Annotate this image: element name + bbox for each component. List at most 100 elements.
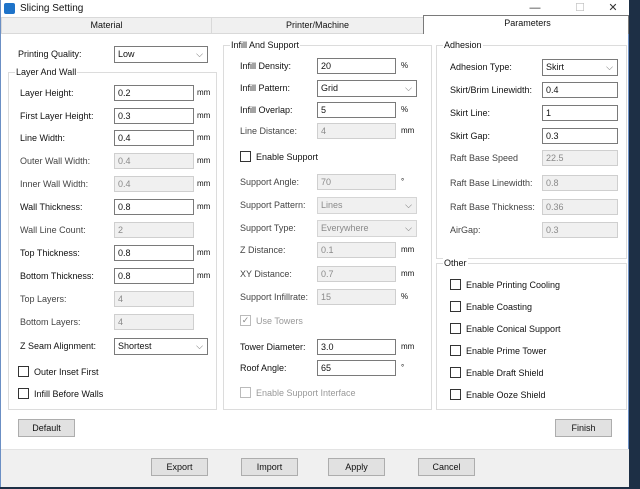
enable-prime-tower-checkbox[interactable]: [450, 345, 461, 356]
support-infillrate-label: Support Infillrate:: [240, 292, 309, 302]
outer-inset-first-checkbox[interactable]: [18, 366, 29, 377]
finish-button[interactable]: Finish: [555, 419, 612, 437]
top-layers-label: Top Layers:: [20, 294, 67, 304]
select-value: Skirt: [546, 62, 564, 72]
skirt-gap-input[interactable]: 0.3: [542, 128, 618, 144]
tower-diameter-input[interactable]: 3.0: [317, 339, 396, 355]
support-angle-input[interactable]: 70: [317, 174, 396, 190]
bottom-thickness-label: Bottom Thickness:: [20, 271, 94, 281]
minimize-button[interactable]: —: [521, 1, 549, 15]
layer-height-input[interactable]: 0.2: [114, 85, 194, 101]
xy-distance-label: XY Distance:: [240, 269, 292, 279]
z-distance-input[interactable]: 0.1: [317, 242, 396, 258]
support-pattern-select[interactable]: Lines ⌵: [317, 197, 417, 214]
select-value: Grid: [321, 83, 339, 93]
skirt-gap-label: Skirt Gap:: [450, 131, 491, 141]
wall-thickness-input[interactable]: 0.8: [114, 199, 194, 215]
first-layer-height-input[interactable]: 0.3: [114, 108, 194, 124]
infill-before-walls-checkbox[interactable]: [18, 388, 29, 399]
use-towers-checkbox[interactable]: ✓: [240, 315, 251, 326]
outer-wall-width-label: Outer Wall Width:: [20, 156, 91, 166]
enable-draft-shield-checkbox[interactable]: [450, 367, 461, 378]
adhesion-type-select[interactable]: Skirt ⌵: [542, 59, 618, 76]
adhesion-type-label: Adhesion Type:: [450, 62, 512, 72]
bottom-layers-label: Bottom Layers:: [20, 317, 81, 327]
support-angle-label: Support Angle:: [240, 177, 300, 187]
close-button[interactable]: ✕: [599, 1, 627, 15]
printing-quality-select[interactable]: Low ⌵: [114, 46, 208, 63]
wall-line-count-input[interactable]: 2: [114, 222, 194, 238]
raft-base-linewidth-input[interactable]: 0.8: [542, 175, 618, 191]
raft-base-thickness-label: Raft Base Thickness:: [450, 202, 535, 212]
import-button[interactable]: Import: [241, 458, 298, 476]
enable-printing-cooling-checkbox[interactable]: [450, 279, 461, 290]
unit-label: %: [401, 292, 409, 301]
roof-angle-input[interactable]: 65: [317, 360, 396, 376]
enable-draft-shield-label: Enable Draft Shield: [466, 368, 544, 378]
unit-label: mm: [401, 342, 415, 351]
layer-height-label: Layer Height:: [20, 88, 74, 98]
infill-pattern-select[interactable]: Grid ⌵: [317, 80, 417, 97]
raft-base-linewidth-label: Raft Base Linewidth:: [450, 178, 533, 188]
tab-parameters[interactable]: Parameters: [423, 15, 629, 34]
apply-button[interactable]: Apply: [328, 458, 385, 476]
wall-line-count-label: Wall Line Count:: [20, 225, 86, 235]
unit-label: °: [401, 363, 405, 372]
top-layers-input[interactable]: 4: [114, 291, 194, 307]
window-title: Slicing Setting: [20, 3, 84, 14]
inner-wall-width-label: Inner Wall Width:: [20, 179, 89, 189]
z-seam-alignment-select[interactable]: Shortest ⌵: [114, 338, 208, 355]
support-type-select[interactable]: Everywhere ⌵: [317, 220, 417, 237]
tab-material[interactable]: Material: [1, 17, 212, 34]
outer-wall-width-input[interactable]: 0.4: [114, 153, 194, 169]
chevron-down-icon: ⌵: [405, 200, 412, 210]
enable-ooze-shield-checkbox[interactable]: [450, 389, 461, 400]
raft-base-thickness-input[interactable]: 0.36: [542, 199, 618, 215]
bottom-layers-input[interactable]: 4: [114, 314, 194, 330]
infill-overlap-input[interactable]: 5: [317, 102, 396, 118]
chevron-down-icon: ⌵: [196, 341, 203, 351]
top-thickness-input[interactable]: 0.8: [114, 245, 194, 261]
raft-base-speed-label: Raft Base Speed: [450, 153, 519, 163]
first-layer-height-label: First Layer Height:: [20, 111, 94, 121]
tab-printer-machine[interactable]: Printer/Machine: [211, 17, 424, 34]
unit-label: mm: [401, 126, 415, 135]
enable-support-interface-checkbox[interactable]: [240, 387, 251, 398]
bottom-thickness-input[interactable]: 0.8: [114, 268, 194, 284]
support-type-label: Support Type:: [240, 223, 296, 233]
footer-bar: Export Import Apply Cancel: [1, 449, 629, 487]
airgap-input[interactable]: 0.3: [542, 222, 618, 238]
z-distance-label: Z Distance:: [240, 245, 286, 255]
skirt-line-label: Skirt Line:: [450, 108, 491, 118]
chevron-down-icon: ⌵: [196, 49, 203, 59]
unit-label: %: [401, 61, 409, 70]
roof-angle-label: Roof Angle:: [240, 363, 287, 373]
enable-support-checkbox[interactable]: [240, 151, 251, 162]
xy-distance-input[interactable]: 0.7: [317, 266, 396, 282]
skirt-line-input[interactable]: 1: [542, 105, 618, 121]
export-button[interactable]: Export: [151, 458, 208, 476]
line-width-input[interactable]: 0.4: [114, 130, 194, 146]
support-infillrate-input[interactable]: 15: [317, 289, 396, 305]
chevron-down-icon: ⌵: [606, 62, 613, 72]
enable-support-interface-label: Enable Support Interface: [256, 388, 356, 398]
infill-before-walls-label: Infill Before Walls: [34, 389, 104, 399]
infill-pattern-label: Infill Pattern:: [240, 83, 291, 93]
enable-conical-support-label: Enable Conical Support: [466, 324, 561, 334]
maximize-button[interactable]: ☐: [566, 1, 594, 15]
default-button[interactable]: Default: [18, 419, 75, 437]
unit-label: mm: [197, 248, 211, 257]
enable-conical-support-checkbox[interactable]: [450, 323, 461, 334]
top-thickness-label: Top Thickness:: [20, 248, 80, 258]
cancel-button[interactable]: Cancel: [418, 458, 475, 476]
raft-base-speed-input[interactable]: 22.5: [542, 150, 618, 166]
select-value: Lines: [321, 200, 343, 210]
skirt-brim-linewidth-input[interactable]: 0.4: [542, 82, 618, 98]
printing-quality-value: Low: [118, 49, 135, 59]
enable-coasting-checkbox[interactable]: [450, 301, 461, 312]
line-width-label: Line Width:: [20, 133, 66, 143]
infill-density-input[interactable]: 20: [317, 58, 396, 74]
line-distance-input[interactable]: 4: [317, 123, 396, 139]
inner-wall-width-input[interactable]: 0.4: [114, 176, 194, 192]
unit-label: mm: [401, 245, 415, 254]
